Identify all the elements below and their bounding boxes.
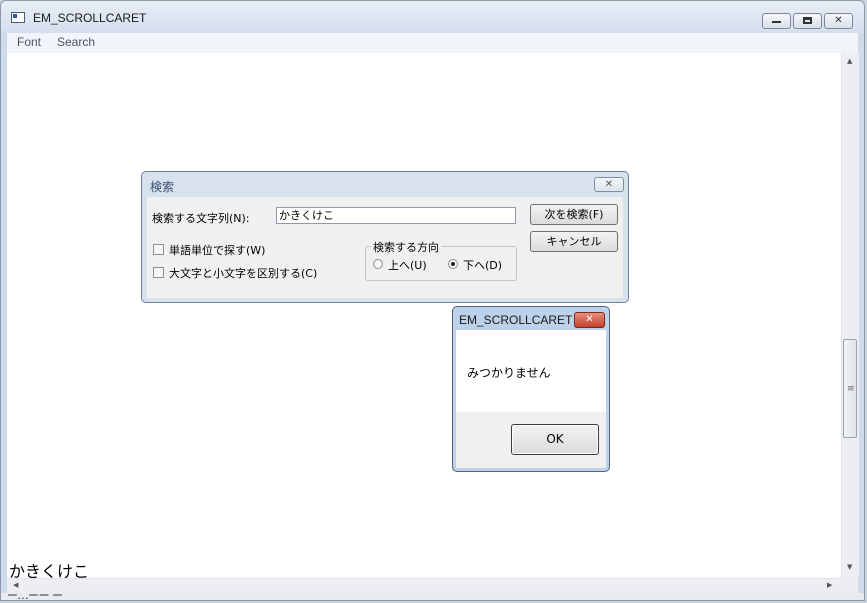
minimize-button[interactable] [762,13,791,29]
horizontal-scrollbar[interactable]: ◀ ▶ [7,578,841,594]
message-box-close-button[interactable]: ✕ [574,312,605,328]
whole-word-checkbox[interactable] [153,244,164,255]
message-text: みつかりません [467,366,551,380]
maximize-button[interactable] [793,13,822,29]
direction-group: 検索する方向 上へ(U) 下へ(D) [365,239,517,281]
scroll-down-arrow-icon[interactable]: ▼ [847,563,852,571]
find-dialog-close-button[interactable]: ✕ [594,177,624,192]
direction-up-label[interactable]: 上へ(U) [388,257,427,273]
background-text-strip: ー…ーー ー [1,593,864,601]
scroll-up-arrow-icon[interactable]: ▲ [847,57,852,65]
background-text: ー…ーー ー [7,593,63,601]
direction-up-radio[interactable] [373,259,383,269]
match-case-checkbox[interactable] [153,267,164,278]
grip-icon: ≡ [847,384,855,394]
message-box: EM_SCROLLCARET ✕ みつかりません OK [452,306,610,472]
direction-down-radio[interactable] [448,259,458,269]
ok-button[interactable]: OK [511,424,599,455]
scroll-left-arrow-icon[interactable]: ◀ [13,581,18,589]
close-icon: ✕ [834,15,843,26]
menu-search[interactable]: Search [57,35,95,49]
find-next-button[interactable]: 次を検索(F) [530,204,618,225]
message-box-title: EM_SCROLLCARET [459,313,573,327]
find-what-input[interactable]: かきくけこ [276,207,516,224]
find-dialog: 検索 ✕ 検索する文字列(N): かきくけこ 次を検索(F) キャンセル 単語単… [141,171,629,303]
message-box-body: みつかりません [456,330,606,412]
size-grip[interactable] [841,578,858,593]
message-box-footer: OK [456,412,606,468]
edit-area[interactable]: かきくけこ [7,53,841,581]
title-bar[interactable]: EM_SCROLLCARET ✕ [1,1,864,33]
scroll-right-arrow-icon[interactable]: ▶ [827,581,832,589]
vertical-scroll-thumb[interactable]: ≡ [843,339,857,438]
match-case-label[interactable]: 大文字と小文字を区別する(C) [169,265,317,281]
app-icon[interactable] [11,12,25,23]
find-dialog-body: 検索する文字列(N): かきくけこ 次を検索(F) キャンセル 単語単位で探す(… [147,197,623,298]
menu-bar: Font Search [7,33,858,54]
whole-word-label[interactable]: 単語単位で探す(W) [169,242,265,258]
direction-group-label: 検索する方向 [371,239,441,255]
direction-down-label[interactable]: 下へ(D) [463,257,502,273]
window-title: EM_SCROLLCARET [33,11,147,25]
find-what-label: 検索する文字列(N): [152,212,250,225]
maximize-icon [803,17,812,24]
minimize-icon [772,21,781,23]
cancel-button[interactable]: キャンセル [530,231,618,252]
close-button[interactable]: ✕ [824,13,853,29]
vertical-scrollbar[interactable]: ▲ ≡ ▼ [841,53,859,578]
menu-font[interactable]: Font [17,35,41,49]
find-dialog-title: 検索 [150,180,175,194]
